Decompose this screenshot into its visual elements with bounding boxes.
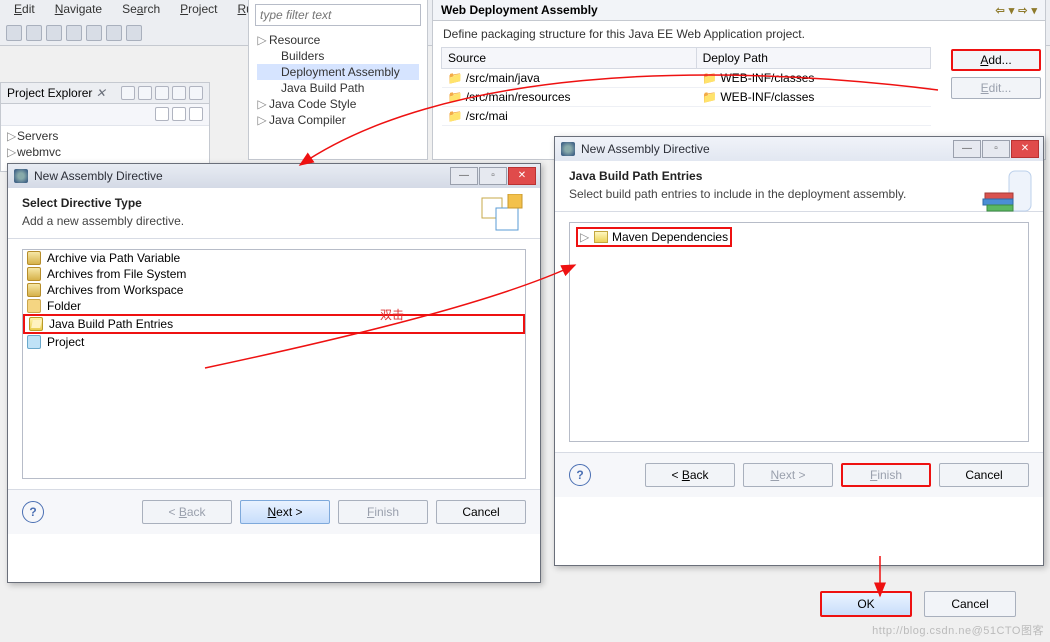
wda-description: Define packaging structure for this Java…: [433, 21, 1045, 47]
nav-fwd-icon[interactable]: ⇨: [1018, 4, 1027, 17]
table-row[interactable]: 📁 /src/main/resources📁 WEB-INF/classes: [442, 88, 931, 107]
filter-icon[interactable]: [155, 107, 169, 121]
help-icon[interactable]: ?: [569, 464, 591, 486]
list-item[interactable]: Project: [23, 334, 525, 350]
wizard-banner-icon: [478, 194, 528, 238]
dialog-icon: [14, 169, 28, 183]
dialog-heading: Select Directive Type: [22, 196, 526, 210]
list-item[interactable]: Archives from Workspace: [23, 282, 525, 298]
menu-project[interactable]: Project: [170, 0, 227, 20]
col-source[interactable]: Source: [442, 48, 697, 69]
title-bar[interactable]: New Assembly Directive — ▫ ✕: [555, 137, 1043, 161]
dialog-select-directive: New Assembly Directive — ▫ ✕ Select Dire…: [7, 163, 541, 583]
toolbar-icon[interactable]: [6, 25, 22, 41]
ok-button[interactable]: OK: [820, 591, 912, 617]
dialog-title: New Assembly Directive: [581, 142, 947, 156]
menu-icon[interactable]: [189, 107, 203, 121]
list-item[interactable]: Archive via Path Variable: [23, 250, 525, 266]
dialog-icon: [561, 142, 575, 156]
expand-icon[interactable]: ▷: [580, 230, 590, 244]
col-deploy-path[interactable]: Deploy Path: [696, 48, 930, 69]
minimize-icon[interactable]: —: [953, 140, 981, 158]
properties-tree: ▷Resource Builders Deployment Assembly J…: [248, 0, 428, 160]
collapse-all-icon[interactable]: [121, 86, 135, 100]
menu-edit[interactable]: EEditdit: [4, 0, 45, 20]
properties-ok-cancel-bar: OK Cancel: [820, 591, 1016, 617]
tree-node-maven-deps[interactable]: ▷ Maven Dependencies: [576, 227, 732, 247]
edit-button: Edit...: [951, 77, 1041, 99]
maximize-icon[interactable]: [189, 86, 203, 100]
dialog-subheading: Select build path entries to include in …: [569, 187, 1029, 201]
watermark: http://blog.csdn.ne@51CTO图客: [872, 622, 1044, 638]
next-button[interactable]: Next >: [240, 500, 330, 524]
tree-item-servers[interactable]: ▷Servers: [5, 128, 205, 144]
close-icon[interactable]: ✕: [1011, 140, 1039, 158]
toolbar-icon[interactable]: [106, 25, 122, 41]
maximize-icon[interactable]: ▫: [982, 140, 1010, 158]
dialog-build-path-entries: New Assembly Directive — ▫ ✕ Java Build …: [554, 136, 1044, 566]
tree-node-deployment-assembly[interactable]: Deployment Assembly: [257, 64, 419, 80]
nav-back-icon[interactable]: ⇦: [996, 4, 1005, 17]
refresh-icon[interactable]: [172, 107, 186, 121]
back-button: < Back: [142, 500, 232, 524]
list-item-java-build-path[interactable]: Java Build Path Entries: [23, 314, 525, 334]
build-path-tree: ▷ Maven Dependencies: [569, 222, 1029, 442]
toolbar-icon[interactable]: [46, 25, 62, 41]
help-icon[interactable]: ?: [22, 501, 44, 523]
project-icon: [27, 335, 41, 349]
title-bar[interactable]: New Assembly Directive — ▫ ✕: [8, 164, 540, 188]
nav-fwd-menu-icon[interactable]: ▾: [1031, 4, 1037, 17]
close-icon[interactable]: ✕: [508, 167, 536, 185]
tree-node-builders[interactable]: Builders: [257, 48, 419, 64]
menu-navigate[interactable]: Navigate: [45, 0, 112, 20]
nav-back-menu-icon[interactable]: ▾: [1009, 4, 1015, 17]
minimize-icon[interactable]: —: [450, 167, 478, 185]
archive-icon: [27, 267, 41, 281]
tree-node-java-build-path[interactable]: Java Build Path: [257, 80, 419, 96]
dialog-subheading: Add a new assembly directive.: [22, 214, 526, 228]
maximize-icon[interactable]: ▫: [479, 167, 507, 185]
folder-icon: [27, 299, 41, 313]
toolbar-icon[interactable]: [66, 25, 82, 41]
project-explorer-title: Project Explorer: [7, 86, 92, 100]
wda-table: Source Deploy Path 📁 /src/main/java📁 WEB…: [441, 47, 931, 126]
dialog-heading: Java Build Path Entries: [569, 169, 1029, 183]
finish-button: Finish: [338, 500, 428, 524]
wda-title: Web Deployment Assembly: [441, 3, 598, 17]
cancel-button[interactable]: Cancel: [924, 591, 1016, 617]
tree-node-java-compiler[interactable]: ▷Java Compiler: [257, 112, 419, 128]
tree-item-webmvc[interactable]: ▷webmvc: [5, 144, 205, 160]
finish-button[interactable]: Finish: [841, 463, 931, 487]
cancel-button[interactable]: Cancel: [939, 463, 1029, 487]
dialog-title: New Assembly Directive: [34, 169, 444, 183]
close-icon[interactable]: ✕: [96, 86, 106, 100]
table-row[interactable]: 📁 /src/main/java📁 WEB-INF/classes: [442, 69, 931, 88]
list-item[interactable]: Folder: [23, 298, 525, 314]
back-button[interactable]: < Back: [645, 463, 735, 487]
toolbar-icon[interactable]: [26, 25, 42, 41]
library-icon: [29, 317, 43, 331]
view-menu-icon[interactable]: [155, 86, 169, 100]
archive-icon: [27, 251, 41, 265]
list-item[interactable]: Archives from File System: [23, 266, 525, 282]
minimize-icon[interactable]: [172, 86, 186, 100]
menu-search[interactable]: Search: [112, 0, 170, 20]
add-button[interactable]: AAdd...dd...: [951, 49, 1041, 71]
library-icon: [594, 231, 608, 243]
tree-node-resource[interactable]: ▷Resource: [257, 32, 419, 48]
annotation-dblclick: 双击: [380, 306, 404, 323]
toolbar-icon[interactable]: [86, 25, 102, 41]
filter-input[interactable]: [255, 4, 421, 26]
wizard-banner-icon: [979, 165, 1033, 213]
toolbar-icon[interactable]: [126, 25, 142, 41]
next-button: Next >: [743, 463, 833, 487]
table-row[interactable]: 📁 /src/mai: [442, 107, 931, 126]
project-explorer-view: Project Explorer ✕ ▷Servers ▷webmvc: [0, 82, 210, 172]
tree-node-java-code-style[interactable]: ▷Java Code Style: [257, 96, 419, 112]
cancel-button[interactable]: Cancel: [436, 500, 526, 524]
directive-type-list: Archive via Path Variable Archives from …: [22, 249, 526, 479]
link-editor-icon[interactable]: [138, 86, 152, 100]
archive-icon: [27, 283, 41, 297]
